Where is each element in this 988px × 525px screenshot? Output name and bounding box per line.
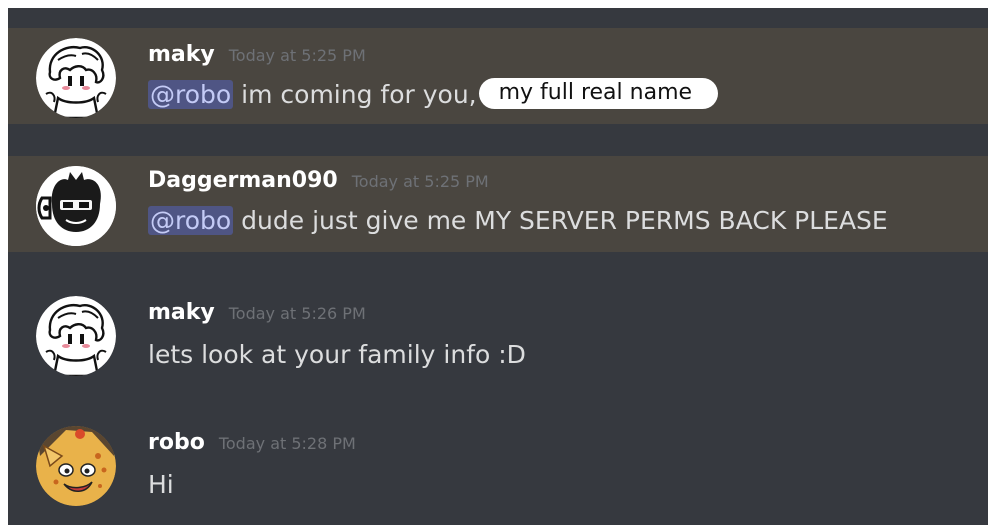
message-2: Daggerman090 Today at 5:25 PM @robo dude … (8, 156, 988, 252)
username[interactable]: Daggerman090 Today at 5:25 PM (148, 168, 489, 193)
message-content: lets look at your family info :D (148, 340, 526, 369)
avatar-maky[interactable] (36, 38, 116, 118)
username[interactable]: maky Today at 5:26 PM (148, 300, 366, 325)
username-text[interactable]: maky (148, 300, 215, 325)
timestamp: Today at 5:26 PM (228, 304, 366, 323)
message-content: Hi (148, 470, 174, 499)
avatar-robo[interactable] (36, 426, 116, 506)
message-text: Hi (148, 470, 174, 499)
redaction-label: my full real name (478, 77, 719, 109)
username-text[interactable]: maky (148, 42, 215, 67)
timestamp: Today at 5:25 PM (351, 172, 489, 191)
message-3: maky Today at 5:26 PM lets look at your f… (8, 284, 988, 384)
mention-robo[interactable]: @robo (148, 80, 234, 109)
username-text[interactable]: Daggerman090 (148, 168, 338, 193)
avatar-maky[interactable] (36, 296, 116, 376)
message-text: im coming for you, (241, 80, 477, 109)
username-text[interactable]: robo (148, 430, 205, 455)
mention-robo[interactable]: @robo (148, 206, 234, 235)
chat-log: maky Today at 5:25 PM @robo im coming for… (8, 8, 988, 525)
message-text: lets look at your family info :D (148, 340, 526, 369)
timestamp: Today at 5:28 PM (218, 434, 356, 453)
message-content: @robo dude just give me MY SERVER PERMS … (148, 206, 888, 235)
message-4: robo Today at 5:28 PM Hi (8, 414, 988, 514)
message-content: @robo im coming for you, my full real nam… (148, 77, 719, 112)
message-text: dude just give me MY SERVER PERMS BACK P… (241, 206, 888, 235)
avatar-daggerman090[interactable] (36, 166, 116, 246)
username[interactable]: robo Today at 5:28 PM (148, 430, 356, 455)
message-1: maky Today at 5:25 PM @robo im coming for… (8, 28, 988, 124)
username[interactable]: maky Today at 5:25 PM (148, 42, 366, 67)
timestamp: Today at 5:25 PM (228, 46, 366, 65)
